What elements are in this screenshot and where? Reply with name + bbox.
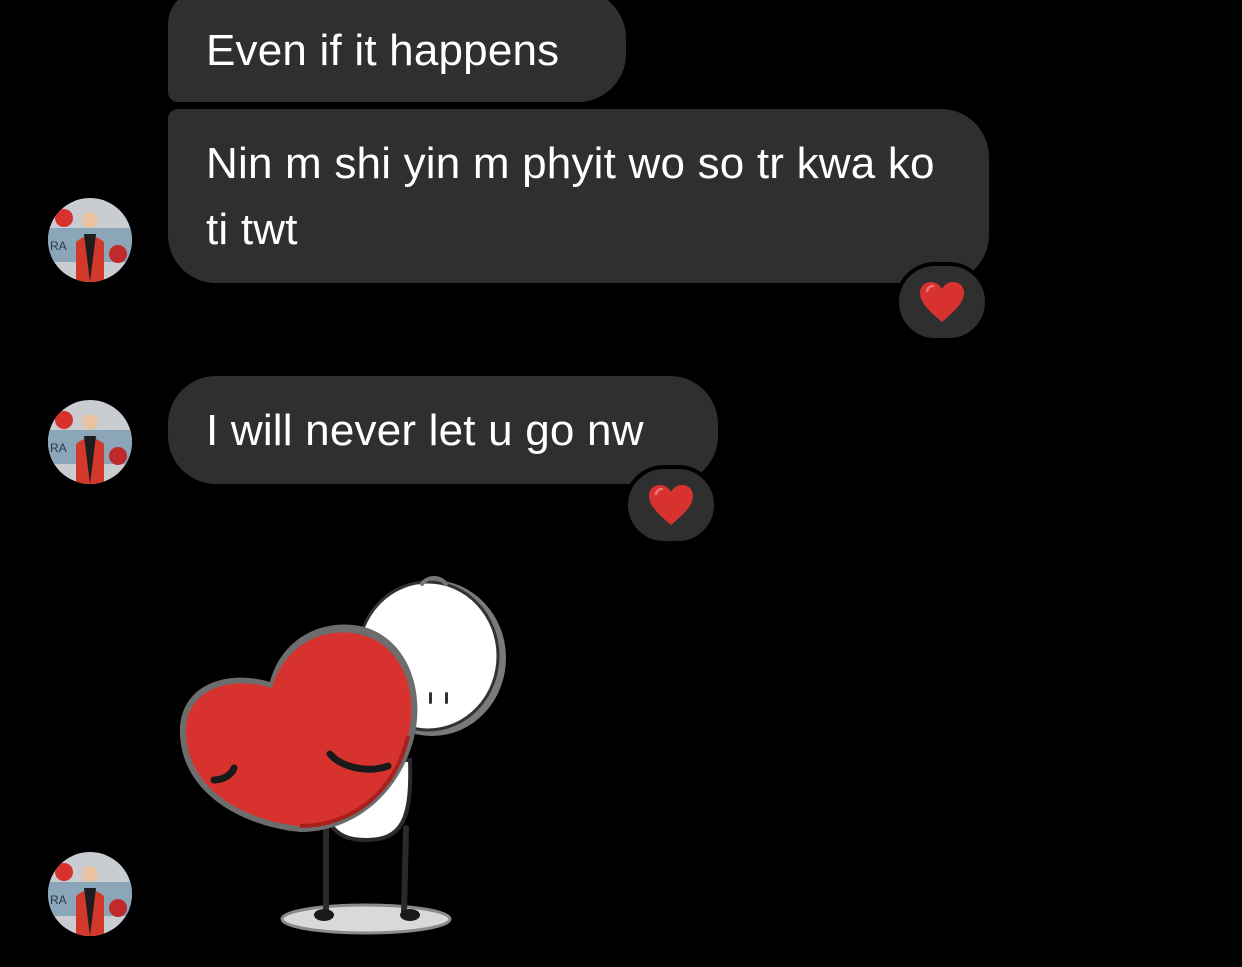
message-text: Nin m shi yin m phyit wo so tr kwa ko ti…: [206, 139, 935, 254]
svg-text:RA: RA: [50, 441, 67, 455]
sticker[interactable]: [170, 570, 520, 945]
profile-photo-icon: RA: [48, 852, 132, 936]
avatar[interactable]: RA: [48, 852, 132, 936]
message-bubble[interactable]: Even if it happens: [168, 0, 626, 102]
svg-text:RA: RA: [50, 239, 67, 253]
heart-hug-sticker-icon: [179, 576, 506, 935]
message-bubble[interactable]: Nin m shi yin m phyit wo so tr kwa ko ti…: [168, 109, 989, 283]
avatar[interactable]: RA: [48, 198, 132, 282]
reaction-badge[interactable]: [624, 465, 718, 545]
reaction-badge[interactable]: [895, 262, 989, 342]
red-heart-icon: [649, 485, 693, 525]
svg-text:RA: RA: [50, 893, 67, 907]
profile-photo-icon: RA: [48, 198, 132, 282]
avatar[interactable]: RA: [48, 400, 132, 484]
message-bubble[interactable]: I will never let u go nw: [168, 376, 718, 484]
message-text: Even if it happens: [206, 26, 560, 75]
red-heart-icon: [920, 282, 964, 322]
profile-photo-icon: RA: [48, 400, 132, 484]
message-text: I will never let u go nw: [206, 406, 644, 455]
